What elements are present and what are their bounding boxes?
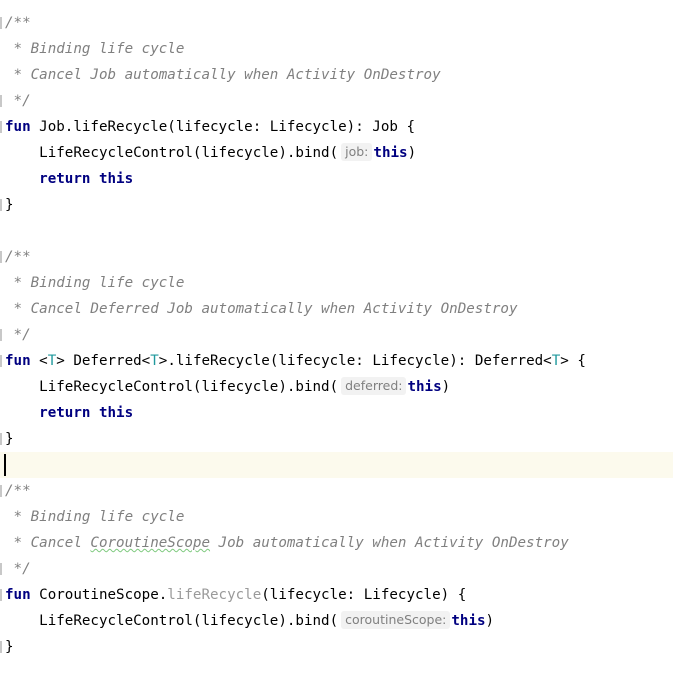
- parameter-hint: deferred:: [341, 377, 407, 395]
- current-line[interactable]: [0, 452, 673, 478]
- parameter-hint: coroutineScope:: [341, 611, 451, 629]
- code-line[interactable]: */: [0, 556, 673, 582]
- close-brace: }: [5, 639, 14, 655]
- code-line[interactable]: * Binding life cycle: [0, 270, 673, 296]
- function-signature: CoroutineScope.: [30, 587, 168, 603]
- bind-call: LifeRecycleControl(lifecycle).bind(: [5, 145, 339, 161]
- fold-marker-icon[interactable]: [0, 251, 2, 263]
- keyword-fun: fun: [5, 353, 31, 369]
- function-signature: >.lifeRecycle(lifecycle: Lifecycle): Def…: [158, 353, 552, 369]
- code-line[interactable]: * Cancel CoroutineScope Job automaticall…: [0, 530, 673, 556]
- keyword-fun: fun: [5, 587, 31, 603]
- code-line[interactable]: */: [0, 88, 673, 114]
- keyword-return: return: [39, 171, 91, 187]
- fold-marker-icon[interactable]: [0, 121, 2, 133]
- kdoc-close: */: [5, 327, 31, 343]
- keyword-this: this: [451, 613, 486, 629]
- type-parameter: T: [47, 353, 57, 369]
- function-signature: <: [30, 353, 48, 369]
- fold-marker-icon[interactable]: [0, 433, 2, 445]
- keyword-fun: fun: [5, 119, 31, 135]
- call-close: ): [441, 379, 451, 395]
- code-line[interactable]: fun Job.lifeRecycle(lifecycle: Lifecycle…: [0, 114, 673, 140]
- parameter-hint: job:: [341, 143, 373, 161]
- kdoc-close: */: [5, 93, 31, 109]
- code-line[interactable]: fun CoroutineScope.lifeRecycle(lifecycle…: [0, 582, 673, 608]
- code-line[interactable]: LifeRecycleControl(lifecycle).bind(job: t…: [0, 140, 673, 166]
- kdoc-open: /**: [5, 483, 31, 499]
- call-close: ): [407, 145, 417, 161]
- code-line[interactable]: * Binding life cycle: [0, 36, 673, 62]
- kdoc-text: * Binding life cycle: [5, 509, 185, 525]
- keyword-this: this: [98, 171, 134, 187]
- kdoc-open: /**: [5, 249, 31, 265]
- keyword-this: this: [407, 379, 442, 395]
- type-parameter: T: [551, 353, 561, 369]
- kdoc-close: */: [5, 561, 31, 577]
- spellcheck-word[interactable]: CoroutineScope: [90, 535, 210, 551]
- keyword-this: this: [373, 145, 408, 161]
- code-editor[interactable]: /** * Binding life cycle * Cancel Job au…: [0, 10, 673, 660]
- bind-call: LifeRecycleControl(lifecycle).bind(: [5, 379, 339, 395]
- kdoc-text: * Binding life cycle: [5, 275, 185, 291]
- code-line[interactable]: /**: [0, 10, 673, 36]
- type-parameter: T: [150, 353, 159, 369]
- fold-marker-icon[interactable]: [0, 563, 2, 575]
- code-line[interactable]: return this: [0, 400, 673, 426]
- keyword-this: this: [98, 405, 134, 421]
- code-line[interactable]: [0, 218, 673, 244]
- code-line[interactable]: }: [0, 192, 673, 218]
- close-brace: }: [5, 431, 14, 447]
- call-close: ): [485, 613, 495, 629]
- code-line[interactable]: return this: [0, 166, 673, 192]
- kdoc-text: Deferred Job automatically when Activity…: [90, 301, 518, 317]
- code-line[interactable]: LifeRecycleControl(lifecycle).bind(corou…: [0, 608, 673, 634]
- close-brace: }: [5, 197, 14, 213]
- code-line[interactable]: */: [0, 322, 673, 348]
- function-signature: (lifecycle: Lifecycle) {: [261, 587, 467, 603]
- fold-marker-icon[interactable]: [0, 17, 2, 29]
- kdoc-text: Job automatically when Activity OnDestro…: [90, 67, 441, 83]
- fold-marker-icon[interactable]: [0, 485, 2, 497]
- fold-marker-icon[interactable]: [0, 589, 2, 601]
- text-caret: [4, 454, 6, 476]
- function-signature: > Deferred<: [56, 353, 151, 369]
- kdoc-text: * Binding life cycle: [5, 41, 185, 57]
- fold-marker-icon[interactable]: [0, 95, 2, 107]
- fold-marker-icon[interactable]: [0, 641, 2, 653]
- kdoc-text: Job automatically when Activity OnDestro…: [210, 535, 569, 551]
- fold-marker-icon[interactable]: [0, 355, 2, 367]
- code-line[interactable]: * Binding life cycle: [0, 504, 673, 530]
- fold-marker-icon[interactable]: [0, 199, 2, 211]
- bind-call: LifeRecycleControl(lifecycle).bind(: [5, 613, 339, 629]
- code-line[interactable]: }: [0, 634, 673, 660]
- code-line[interactable]: /**: [0, 244, 673, 270]
- function-signature: Job.lifeRecycle(lifecycle: Lifecycle): J…: [30, 119, 415, 135]
- fold-marker-icon[interactable]: [0, 329, 2, 341]
- code-line[interactable]: * Cancel Job automatically when Activity…: [0, 62, 673, 88]
- code-line[interactable]: fun <T> Deferred<T>.lifeRecycle(lifecycl…: [0, 348, 673, 374]
- code-line[interactable]: }: [0, 426, 673, 452]
- kdoc-open: /**: [5, 15, 31, 31]
- kdoc-text: * Cancel: [5, 535, 91, 551]
- function-signature: > {: [560, 353, 586, 369]
- kdoc-text: * Cancel: [5, 67, 91, 83]
- code-line[interactable]: /**: [0, 478, 673, 504]
- kdoc-text: * Cancel: [5, 301, 91, 317]
- code-line[interactable]: * Cancel Deferred Job automatically when…: [0, 296, 673, 322]
- extension-function-name: lifeRecycle: [167, 587, 262, 603]
- keyword-return: return: [39, 405, 91, 421]
- code-line[interactable]: LifeRecycleControl(lifecycle).bind(defer…: [0, 374, 673, 400]
